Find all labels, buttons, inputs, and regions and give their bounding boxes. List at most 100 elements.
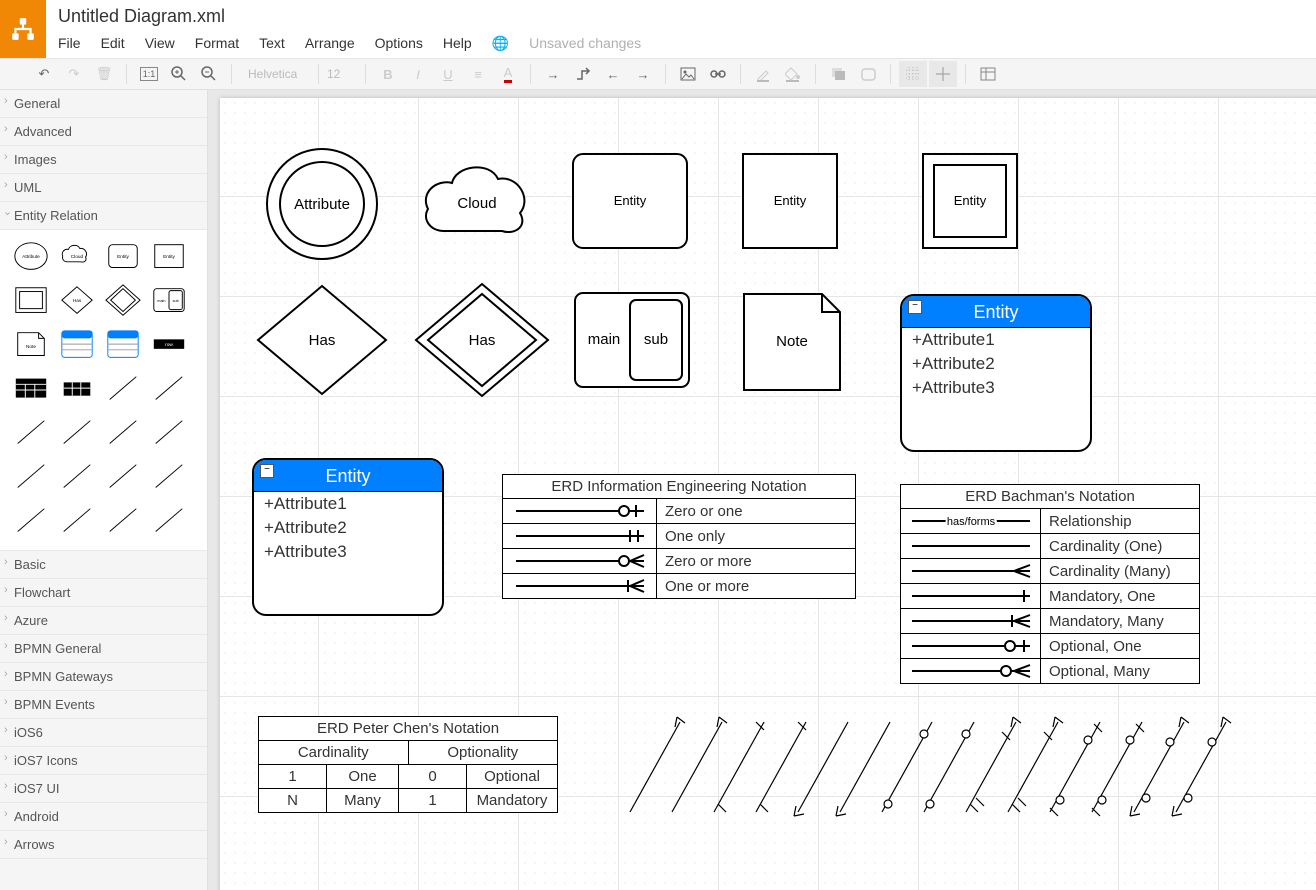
shape-entity-rounded[interactable]: Entity — [570, 151, 690, 251]
zoom-actual-button[interactable]: 1:1 — [135, 61, 163, 87]
waypoint-button[interactable] — [569, 61, 597, 87]
menu-arrange[interactable]: Arrange — [295, 31, 365, 55]
fill-color-button[interactable] — [779, 61, 807, 87]
delete-button[interactable]: 🗑 — [90, 61, 118, 87]
menu-view[interactable]: View — [135, 31, 185, 55]
underline-button[interactable]: U — [434, 61, 462, 87]
sidebar-cat-android[interactable]: Android — [0, 803, 207, 831]
erd-bachman-table[interactable]: ERD Bachman's Notation has/formsRelation… — [900, 484, 1200, 684]
image-button[interactable] — [674, 61, 702, 87]
rounded-button[interactable] — [854, 61, 882, 87]
palette-cloud[interactable]: Cloud — [56, 236, 98, 276]
shape-entity-rect[interactable]: Entity — [740, 151, 840, 251]
language-icon[interactable]: 🌐 — [482, 35, 519, 52]
sidebar-cat-bpmn-general[interactable]: BPMN General — [0, 635, 207, 663]
guides-button[interactable] — [929, 61, 957, 87]
palette-has-diamond[interactable]: Has — [56, 280, 98, 320]
connection-button[interactable]: → — [539, 61, 567, 87]
palette-line-4[interactable] — [56, 412, 98, 452]
menu-edit[interactable]: Edit — [91, 31, 135, 55]
palette-entity-list-blue[interactable] — [56, 324, 98, 364]
palette-line-8[interactable] — [56, 456, 98, 496]
line-start-button[interactable]: ← — [599, 61, 627, 87]
sidebar-cat-basic[interactable]: Basic — [0, 551, 207, 579]
palette-line-13[interactable] — [102, 500, 144, 540]
bold-button[interactable]: B — [374, 61, 402, 87]
sidebar-cat-flowchart[interactable]: Flowchart — [0, 579, 207, 607]
menu-file[interactable]: File — [58, 31, 91, 55]
shape-note[interactable]: Note — [740, 290, 844, 394]
palette-entity-rect[interactable]: Entity — [148, 236, 190, 276]
italic-button[interactable]: I — [404, 61, 432, 87]
sidebar-cat-arrows[interactable]: Arrows — [0, 831, 207, 859]
link-button[interactable] — [704, 61, 732, 87]
font-color-button[interactable]: A — [494, 61, 522, 87]
sidebar-cat-bpmn-events[interactable]: BPMN Events — [0, 691, 207, 719]
palette-line-10[interactable] — [148, 456, 190, 496]
sidebar-cat-ios7-icons[interactable]: iOS7 Icons — [0, 747, 207, 775]
palette-line-9[interactable] — [102, 456, 144, 496]
shape-entity-list-1[interactable]: Entity +Attribute1 +Attribute2 +Attribut… — [900, 294, 1092, 452]
shape-entity-framed[interactable]: Entity — [920, 151, 1020, 251]
palette-line-3[interactable] — [10, 412, 52, 452]
menu-options[interactable]: Options — [365, 31, 433, 55]
menu-format[interactable]: Format — [185, 31, 249, 55]
palette-line-6[interactable] — [148, 412, 190, 452]
sidebar-cat-ios7-ui[interactable]: iOS7 UI — [0, 775, 207, 803]
outline-button[interactable] — [974, 61, 1002, 87]
font-family-select[interactable]: Helvetica — [240, 67, 310, 81]
palette-entity-list-blue2[interactable] — [102, 324, 144, 364]
sidebar-cat-images[interactable]: Images — [0, 146, 207, 174]
palette-note[interactable]: Note — [10, 324, 52, 364]
erd-chen-cell: N — [259, 789, 327, 812]
sidebar-cat-ios6[interactable]: iOS6 — [0, 719, 207, 747]
shape-has-diamond[interactable]: Has — [252, 280, 392, 400]
shape-entity-list-2[interactable]: Entity +Attribute1 +Attribute2 +Attribut… — [252, 458, 444, 616]
zoom-in-button[interactable] — [165, 61, 193, 87]
sidebar-cat-entity-relation[interactable]: Entity Relation — [0, 202, 207, 230]
shape-has-double-diamond[interactable]: Has — [412, 280, 552, 400]
shadow-button[interactable] — [824, 61, 852, 87]
palette-table-dark-small[interactable] — [56, 368, 98, 408]
svg-text:Cloud: Cloud — [457, 195, 496, 212]
sidebar-cat-advanced[interactable]: Advanced — [0, 118, 207, 146]
palette-line-11[interactable] — [10, 500, 52, 540]
sidebar-cat-uml[interactable]: UML — [0, 174, 207, 202]
palette-attribute[interactable]: Attribute — [10, 236, 52, 276]
erd-ie-table[interactable]: ERD Information Engineering Notation Zer… — [502, 474, 856, 599]
align-button[interactable]: ≡ — [464, 61, 492, 87]
stroke-color-button[interactable] — [749, 61, 777, 87]
palette-entity-framed[interactable] — [10, 280, 52, 320]
sidebar-cat-bpmn-gateways[interactable]: BPMN Gateways — [0, 663, 207, 691]
canvas-area[interactable]: Attribute Cloud Entity Entity Entity Has… — [208, 90, 1316, 890]
palette-line-1[interactable] — [102, 368, 144, 408]
redo-button[interactable]: ↷ — [60, 61, 88, 87]
palette-row[interactable]: row — [148, 324, 190, 364]
app-logo[interactable] — [0, 0, 46, 58]
palette-line-5[interactable] — [102, 412, 144, 452]
menu-text[interactable]: Text — [249, 31, 295, 55]
zoom-out-button[interactable] — [195, 61, 223, 87]
font-size-input[interactable]: 12 — [327, 67, 357, 81]
connector-lines-row[interactable] — [620, 712, 1300, 832]
undo-button[interactable]: ↶ — [30, 61, 58, 87]
sidebar-cat-general[interactable]: General — [0, 90, 207, 118]
erd-chen-table[interactable]: ERD Peter Chen's Notation CardinalityOpt… — [258, 716, 558, 813]
shape-cloud[interactable]: Cloud — [412, 153, 542, 253]
palette-table-dark[interactable] — [10, 368, 52, 408]
palette-line-7[interactable] — [10, 456, 52, 496]
palette-line-2[interactable] — [148, 368, 190, 408]
palette-main-sub[interactable]: mainsub — [148, 280, 190, 320]
palette-line-12[interactable] — [56, 500, 98, 540]
grid-button[interactable] — [899, 61, 927, 87]
document-title[interactable]: Untitled Diagram.xml — [58, 0, 1316, 31]
palette-has-double-diamond[interactable] — [102, 280, 144, 320]
erd-ie-row: Zero or one — [657, 499, 855, 523]
shape-main-sub[interactable]: mainsub — [572, 290, 692, 390]
palette-entity-rounded[interactable]: Entity — [102, 236, 144, 276]
menu-help[interactable]: Help — [433, 31, 482, 55]
shape-attribute[interactable]: Attribute — [262, 144, 382, 264]
palette-line-14[interactable] — [148, 500, 190, 540]
line-end-button[interactable]: → — [629, 61, 657, 87]
sidebar-cat-azure[interactable]: Azure — [0, 607, 207, 635]
